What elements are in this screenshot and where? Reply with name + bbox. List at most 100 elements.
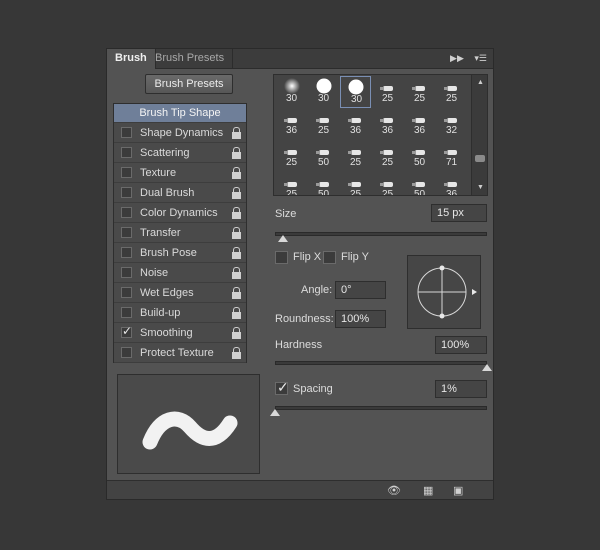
brush-tip-cell[interactable]: 25 — [340, 140, 371, 172]
brush-size-label: 30 — [285, 93, 298, 104]
brush-tip-cell[interactable]: 50 — [404, 172, 435, 195]
brush-size-label: 36 — [381, 125, 394, 136]
flip-x-checkbox[interactable] — [275, 251, 288, 264]
roundness-input[interactable]: 100% — [335, 310, 386, 328]
scroll-thumb[interactable] — [475, 155, 485, 162]
lock-icon[interactable] — [232, 167, 241, 179]
spacing-slider[interactable] — [275, 406, 487, 410]
brush-tip-cell[interactable]: 36 — [372, 108, 403, 140]
stroke-preview-curve — [142, 411, 238, 450]
tab-bar: Brush Brush Presets ▶▶ ▾☰ — [107, 49, 493, 69]
brush-tip-shape-item[interactable]: Brush Tip Shape — [114, 104, 246, 123]
brush-setting-item[interactable]: Smoothing — [114, 324, 246, 343]
angle-input[interactable]: 0° — [335, 281, 386, 299]
lock-icon[interactable] — [232, 247, 241, 259]
setting-checkbox[interactable] — [121, 187, 132, 198]
brush-setting-item[interactable]: Protect Texture — [114, 344, 246, 363]
brush-tip-cell[interactable]: 25 — [372, 172, 403, 195]
brush-setting-item[interactable]: Brush Pose — [114, 244, 246, 263]
tab-brush-presets[interactable]: Brush Presets — [147, 49, 234, 68]
setting-checkbox[interactable] — [121, 147, 132, 158]
setting-checkbox[interactable] — [121, 207, 132, 218]
panel-menu-icon[interactable]: ▾☰ — [474, 53, 487, 63]
setting-checkbox[interactable] — [121, 347, 132, 358]
setting-checkbox[interactable] — [121, 307, 132, 318]
lock-icon[interactable] — [232, 327, 241, 339]
flip-y-checkbox[interactable] — [323, 251, 336, 264]
brush-size-label: 25 — [381, 157, 394, 168]
brush-setting-item[interactable]: Transfer — [114, 224, 246, 243]
size-slider-knob[interactable] — [278, 235, 289, 242]
new-preset-icon[interactable]: ▣ — [453, 484, 463, 497]
angle-roundness-widget[interactable] — [407, 255, 481, 329]
hardness-slider[interactable] — [275, 361, 487, 365]
brush-size-label: 36 — [445, 189, 458, 196]
setting-label: Dual Brush — [140, 187, 195, 199]
brush-tip-cell[interactable]: 71 — [436, 140, 467, 172]
brush-tip-cell[interactable]: 25 — [404, 76, 435, 108]
brush-setting-item[interactable]: Texture — [114, 164, 246, 183]
scroll-up-icon[interactable]: ▲ — [477, 79, 484, 86]
grid-icon[interactable]: ▦ — [423, 484, 433, 497]
brush-tip-cell[interactable]: 25 — [372, 140, 403, 172]
brush-setting-item[interactable]: Wet Edges — [114, 284, 246, 303]
setting-checkbox[interactable] — [121, 167, 132, 178]
brush-tip-cell[interactable]: 30 — [308, 76, 339, 108]
spacing-label: Spacing — [293, 383, 333, 395]
setting-checkbox[interactable] — [121, 227, 132, 238]
brush-tip-cell[interactable]: 25 — [436, 76, 467, 108]
brush-size-label: 25 — [445, 93, 458, 104]
setting-checkbox[interactable] — [121, 287, 132, 298]
brush-settings-list: Brush Tip Shape Shape Dynamics Scattering… — [113, 103, 247, 363]
lock-icon[interactable] — [232, 287, 241, 299]
brush-setting-item[interactable]: Noise — [114, 264, 246, 283]
eye-brush-icon[interactable]: 👁 — [387, 484, 401, 497]
brush-tip-cell[interactable]: 25 — [308, 108, 339, 140]
brush-setting-item[interactable]: Build-up — [114, 304, 246, 323]
lock-icon[interactable] — [232, 227, 241, 239]
lock-icon[interactable] — [232, 127, 241, 139]
brush-tip-cell[interactable]: 30 — [340, 76, 371, 108]
brush-tip-cell[interactable]: 32 — [436, 108, 467, 140]
brush-grid-scrollbar[interactable]: ▲ ▼ — [471, 75, 487, 195]
spacing-checkbox[interactable] — [275, 379, 289, 396]
setting-checkbox[interactable] — [121, 127, 132, 138]
lock-icon[interactable] — [232, 307, 241, 319]
brush-tip-cell[interactable]: 36 — [276, 108, 307, 140]
brush-tip-cell[interactable]: 36 — [340, 108, 371, 140]
setting-checkbox[interactable] — [121, 247, 132, 258]
hardness-input[interactable]: 100% — [435, 336, 487, 354]
spacing-slider-knob[interactable] — [270, 409, 280, 416]
brush-tip-cell[interactable]: 25 — [372, 76, 403, 108]
hardness-slider-knob[interactable] — [482, 364, 492, 371]
double-arrow-icon[interactable]: ▶▶ — [450, 53, 464, 63]
scroll-down-icon[interactable]: ▼ — [477, 184, 484, 191]
setting-checkbox[interactable] — [121, 267, 132, 278]
brush-tip-cell[interactable]: 50 — [404, 140, 435, 172]
size-label: Size — [275, 208, 297, 220]
lock-icon[interactable] — [232, 267, 241, 279]
brush-tip-cell[interactable]: 36 — [404, 108, 435, 140]
brush-tip-cell[interactable]: 25 — [276, 140, 307, 172]
brush-setting-item[interactable]: Shape Dynamics — [114, 124, 246, 143]
lock-icon[interactable] — [232, 207, 241, 219]
lock-icon[interactable] — [232, 187, 241, 199]
brush-tip-cell[interactable]: 50 — [308, 172, 339, 195]
brush-setting-item[interactable]: Dual Brush — [114, 184, 246, 203]
brush-setting-item[interactable]: Scattering — [114, 144, 246, 163]
brush-tip-cell[interactable]: 25 — [340, 172, 371, 195]
brush-presets-button[interactable]: Brush Presets — [145, 74, 233, 94]
lock-icon[interactable] — [232, 347, 241, 359]
brush-size-label: 25 — [349, 157, 362, 168]
brush-tip-cell[interactable]: 36 — [436, 172, 467, 196]
lock-icon[interactable] — [232, 147, 241, 159]
size-input[interactable]: 15 px — [431, 204, 487, 222]
size-slider[interactable] — [275, 232, 487, 236]
brush-tip-cell[interactable]: 50 — [308, 140, 339, 172]
setting-checkbox[interactable] — [121, 324, 132, 338]
brush-tip-cell[interactable]: 30 — [276, 76, 307, 108]
brush-setting-item[interactable]: Color Dynamics — [114, 204, 246, 223]
spacing-input[interactable]: 1% — [435, 380, 487, 398]
brush-size-label: 50 — [413, 157, 426, 168]
brush-tip-cell[interactable]: 25 — [276, 172, 307, 195]
